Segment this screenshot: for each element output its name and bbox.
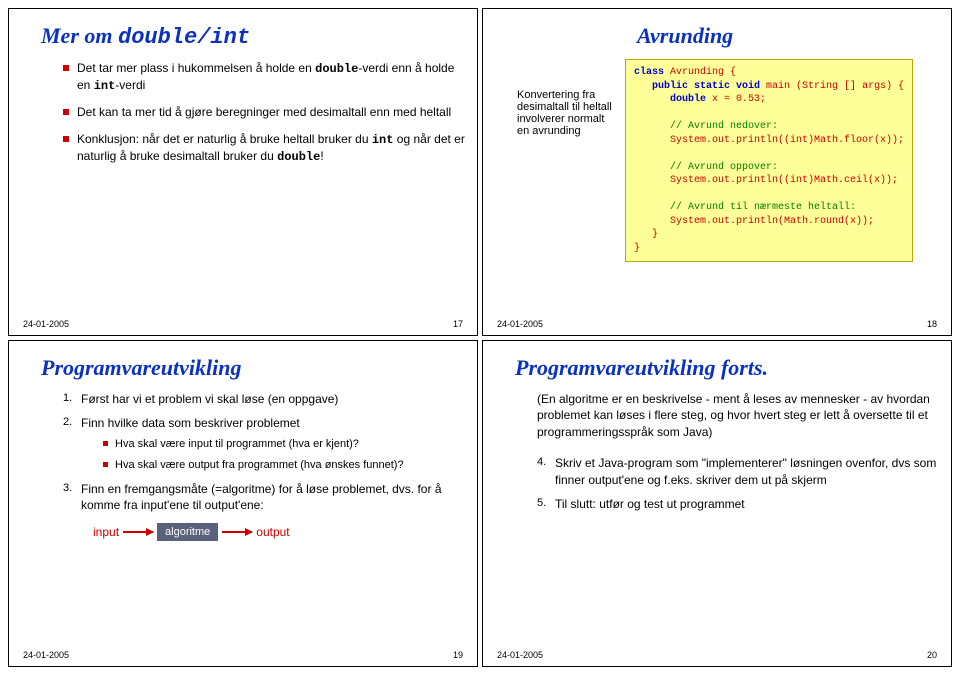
slide-title: Programvareutvikling forts. [515, 355, 939, 381]
slide-title: Mer om double/int [41, 23, 465, 50]
slide-1: Mer om double/int Det tar mer plass i hu… [8, 8, 478, 336]
sub-item: Hva skal være output fra programmet (hva… [103, 458, 465, 473]
numbered-list: 4.Skriv et Java-program som "implementer… [537, 455, 939, 513]
footer-date: 24-01-2005 [497, 319, 543, 329]
title-text: Mer om [41, 23, 118, 48]
bullet-list: Det tar mer plass i hukommelsen å holde … [63, 60, 465, 165]
arrow-icon [123, 531, 153, 533]
footer-date: 24-01-2005 [23, 650, 69, 660]
slide-4: Programvareutvikling forts. (En algoritm… [482, 340, 952, 668]
slide-2: Avrunding Konvertering fra desimaltall t… [482, 8, 952, 336]
conversion-note: Konvertering fra desimaltall til heltall… [517, 59, 617, 262]
arrow-icon [222, 531, 252, 533]
title-code: double/int [118, 25, 250, 50]
numbered-list: Først har vi et problem vi skal løse (en… [63, 391, 465, 513]
footer-page: 18 [927, 319, 937, 329]
sub-item: Hva skal være input til programmet (hva … [103, 437, 465, 452]
slide-footer: 24-01-2005 20 [483, 650, 951, 660]
bullet-item: Det tar mer plass i hukommelsen å holde … [63, 60, 465, 94]
slide-3: Programvareutvikling Først har vi et pro… [8, 340, 478, 668]
slide-body: Konvertering fra desimaltall til heltall… [517, 59, 939, 262]
footer-page: 17 [453, 319, 463, 329]
slide-footer: 24-01-2005 17 [9, 319, 477, 329]
intro-paragraph: (En algoritme er en beskrivelse - ment å… [537, 391, 939, 441]
bullet-item: Det kan ta mer tid å gjøre beregninger m… [63, 104, 465, 120]
flow-diagram: input algoritme output [93, 523, 465, 541]
flow-input-label: input [93, 525, 119, 539]
list-item: 4.Skriv et Java-program som "implementer… [537, 455, 939, 489]
list-item: Først har vi et problem vi skal løse (en… [63, 391, 465, 407]
slide-title: Programvareutvikling [41, 355, 465, 381]
footer-page: 20 [927, 650, 937, 660]
footer-page: 19 [453, 650, 463, 660]
code-block: class Avrunding { public static void mai… [625, 59, 913, 262]
slide-footer: 24-01-2005 19 [9, 650, 477, 660]
list-item: 5.Til slutt: utfør og test ut programmet [537, 496, 939, 513]
footer-date: 24-01-2005 [23, 319, 69, 329]
slide-footer: 24-01-2005 18 [483, 319, 951, 329]
footer-date: 24-01-2005 [497, 650, 543, 660]
flow-algo-box: algoritme [157, 523, 218, 541]
slide-title: Avrunding [637, 23, 939, 49]
list-item: Finn hvilke data som beskriver problemet… [63, 415, 465, 473]
list-item: Finn en fremgangsmåte (=algoritme) for å… [63, 481, 465, 513]
flow-output-label: output [256, 525, 289, 539]
content: (En algoritme er en beskrivelse - ment å… [537, 391, 939, 514]
bullet-item: Konklusjon: når det er naturlig å bruke … [63, 131, 465, 165]
sub-list: Hva skal være input til programmet (hva … [103, 437, 465, 473]
